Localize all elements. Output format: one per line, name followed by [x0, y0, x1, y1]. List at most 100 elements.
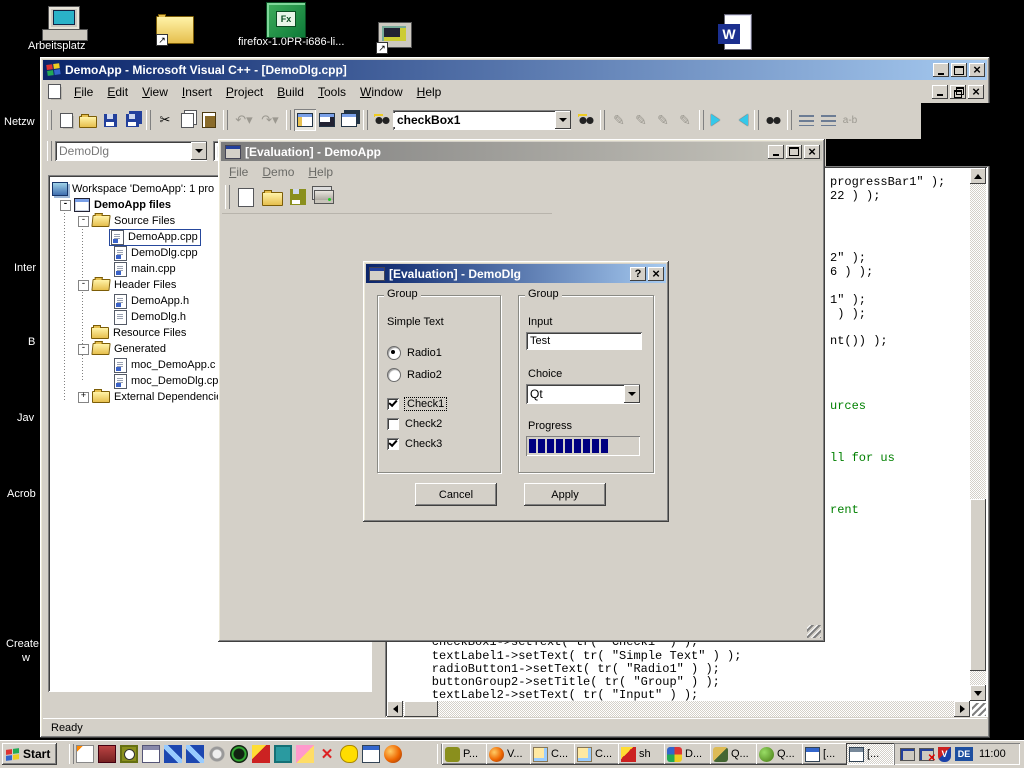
demodlg-close-button[interactable] — [648, 267, 664, 281]
mdi-document-icon[interactable] — [48, 84, 61, 99]
tree-item-demoapp-cpp[interactable]: DemoApp.cpp — [50, 229, 200, 245]
mdi-restore-button[interactable] — [950, 85, 966, 99]
expand-icon[interactable] — [78, 392, 89, 403]
toolbar-grip[interactable] — [225, 185, 230, 209]
menu-window[interactable]: Window — [353, 83, 410, 101]
menu-view[interactable]: View — [135, 83, 175, 101]
notepad-icon[interactable] — [76, 745, 94, 763]
task-button-2[interactable]: V... — [486, 743, 532, 765]
close-x-icon[interactable]: ✕ — [318, 745, 336, 763]
task-button-4[interactable]: C... — [574, 743, 620, 765]
find-combo-input[interactable] — [393, 113, 555, 127]
check1-box[interactable] — [387, 398, 399, 410]
task-button-9[interactable]: [... — [802, 743, 848, 765]
toolbar-grip[interactable] — [787, 110, 792, 130]
collapse-icon[interactable] — [78, 280, 89, 291]
tree-item-moc-demoapp[interactable]: moc_DemoApp.c — [50, 357, 215, 373]
tree-item-moc-demodlg[interactable]: moc_DemoDlg.cp — [50, 373, 218, 389]
toolbar-grip[interactable] — [146, 110, 151, 130]
scroll-up-button[interactable] — [970, 168, 986, 184]
task-button-8[interactable]: Q... — [756, 743, 804, 765]
toolbar-grip[interactable] — [286, 110, 291, 130]
copy-button[interactable] — [176, 109, 198, 131]
radio1-button[interactable] — [387, 346, 401, 360]
find-in-files-button[interactable] — [762, 109, 784, 131]
undo-button[interactable]: ↶▾ — [231, 109, 257, 131]
radio2-button[interactable] — [387, 368, 401, 382]
scroll-right-button[interactable] — [954, 701, 970, 717]
tree-item-workspace-root[interactable]: Workspace 'DemoApp': 1 pro — [50, 181, 214, 197]
editor-resize-grip[interactable] — [972, 703, 986, 716]
demodlg-titlebar[interactable]: [Evaluation] - DemoDlg — [366, 264, 666, 283]
vertical-scrollbar[interactable] — [970, 168, 986, 701]
input-field[interactable] — [526, 332, 642, 350]
keyboard-layout-badge[interactable]: DE — [955, 747, 973, 761]
tree-item-source-files[interactable]: Source Files — [50, 213, 175, 229]
form-window-icon[interactable] — [142, 745, 160, 763]
browser-e-icon[interactable] — [208, 745, 226, 763]
demoapp-open-button[interactable] — [259, 184, 285, 210]
cut-button[interactable]: ✂ — [154, 109, 176, 131]
demoapp-resize-grip[interactable] — [807, 625, 821, 638]
demoapp-menu-demo[interactable]: Demo — [255, 163, 301, 181]
radio1-control[interactable]: Radio1 — [387, 346, 442, 360]
tree-item-header-files[interactable]: Header Files — [50, 277, 176, 293]
tree-item-demoapp-h[interactable]: DemoApp.h — [50, 293, 189, 309]
demoapp-close-button[interactable] — [804, 145, 820, 159]
check2-control[interactable]: Check2 — [387, 418, 442, 430]
folder-shortcut-icon[interactable]: ↗ — [156, 16, 196, 46]
next-definition-button[interactable] — [707, 109, 729, 131]
network-error-tray-icon[interactable]: ✕ — [919, 748, 934, 761]
check2-box[interactable] — [387, 418, 399, 430]
new-file-button[interactable] — [55, 109, 77, 131]
menu-help[interactable]: Help — [410, 83, 449, 101]
indent-increase-button[interactable] — [817, 109, 839, 131]
menu-file[interactable]: File — [67, 83, 100, 101]
toolbar-grip[interactable] — [47, 110, 52, 130]
paste-button[interactable] — [198, 109, 220, 131]
collapse-icon[interactable] — [78, 344, 89, 355]
terminal-shortcut-icon[interactable]: ↗ — [374, 22, 414, 56]
tree-item-demoapp-files[interactable]: DemoApp files — [50, 197, 171, 213]
menu-build[interactable]: Build — [270, 83, 311, 101]
fish-icon[interactable] — [340, 745, 358, 763]
demoapp-new-button[interactable] — [233, 184, 259, 210]
collapse-icon[interactable] — [78, 216, 89, 227]
find-combo-dropdown[interactable] — [555, 111, 571, 129]
check3-box[interactable] — [387, 438, 399, 450]
tree-item-demodlg-h[interactable]: DemoDlg.h — [50, 309, 186, 325]
cancel-button[interactable]: Cancel — [415, 483, 497, 506]
scroll-down-button[interactable] — [970, 685, 986, 701]
word-doc-icon[interactable]: W — [718, 14, 752, 54]
workspace-view-button[interactable] — [294, 109, 316, 131]
save-button[interactable] — [99, 109, 121, 131]
menu-edit[interactable]: Edit — [100, 83, 135, 101]
menu-tools[interactable]: Tools — [311, 83, 353, 101]
demodlg-help-button[interactable] — [630, 267, 646, 281]
horizontal-scroll-thumb[interactable] — [404, 701, 438, 717]
check3-control[interactable]: Check3 — [387, 438, 442, 450]
toolbar-grip[interactable] — [363, 110, 368, 130]
choice-combo[interactable]: Qt — [526, 384, 640, 404]
demoapp-minimize-button[interactable] — [768, 145, 784, 159]
apply-button[interactable]: Apply — [524, 483, 606, 506]
open-file-button[interactable] — [77, 109, 99, 131]
clock-icon[interactable] — [120, 745, 138, 763]
save-all-button[interactable] — [121, 109, 143, 131]
menu-project[interactable]: Project — [219, 83, 270, 101]
cd-player-icon[interactable] — [230, 745, 248, 763]
class-combo[interactable]: DemoDlg — [55, 141, 207, 161]
toolbar-grip[interactable] — [47, 141, 52, 161]
demoapp-menu-help[interactable]: Help — [301, 163, 340, 181]
vertical-scroll-thumb[interactable] — [970, 499, 986, 671]
close-button[interactable] — [969, 63, 985, 77]
class-combo-dropdown[interactable] — [191, 142, 207, 160]
toolbar-grip[interactable] — [600, 110, 605, 130]
collapse-icon[interactable] — [60, 200, 71, 211]
mail-icon[interactable] — [296, 745, 314, 763]
output-view-button[interactable] — [316, 109, 338, 131]
maximize-button[interactable] — [951, 63, 967, 77]
wizard-action-1-icon[interactable]: ✎ — [608, 109, 630, 131]
tray-clock[interactable]: 11:00 — [979, 748, 1006, 760]
terminal-window-icon[interactable] — [362, 745, 380, 763]
